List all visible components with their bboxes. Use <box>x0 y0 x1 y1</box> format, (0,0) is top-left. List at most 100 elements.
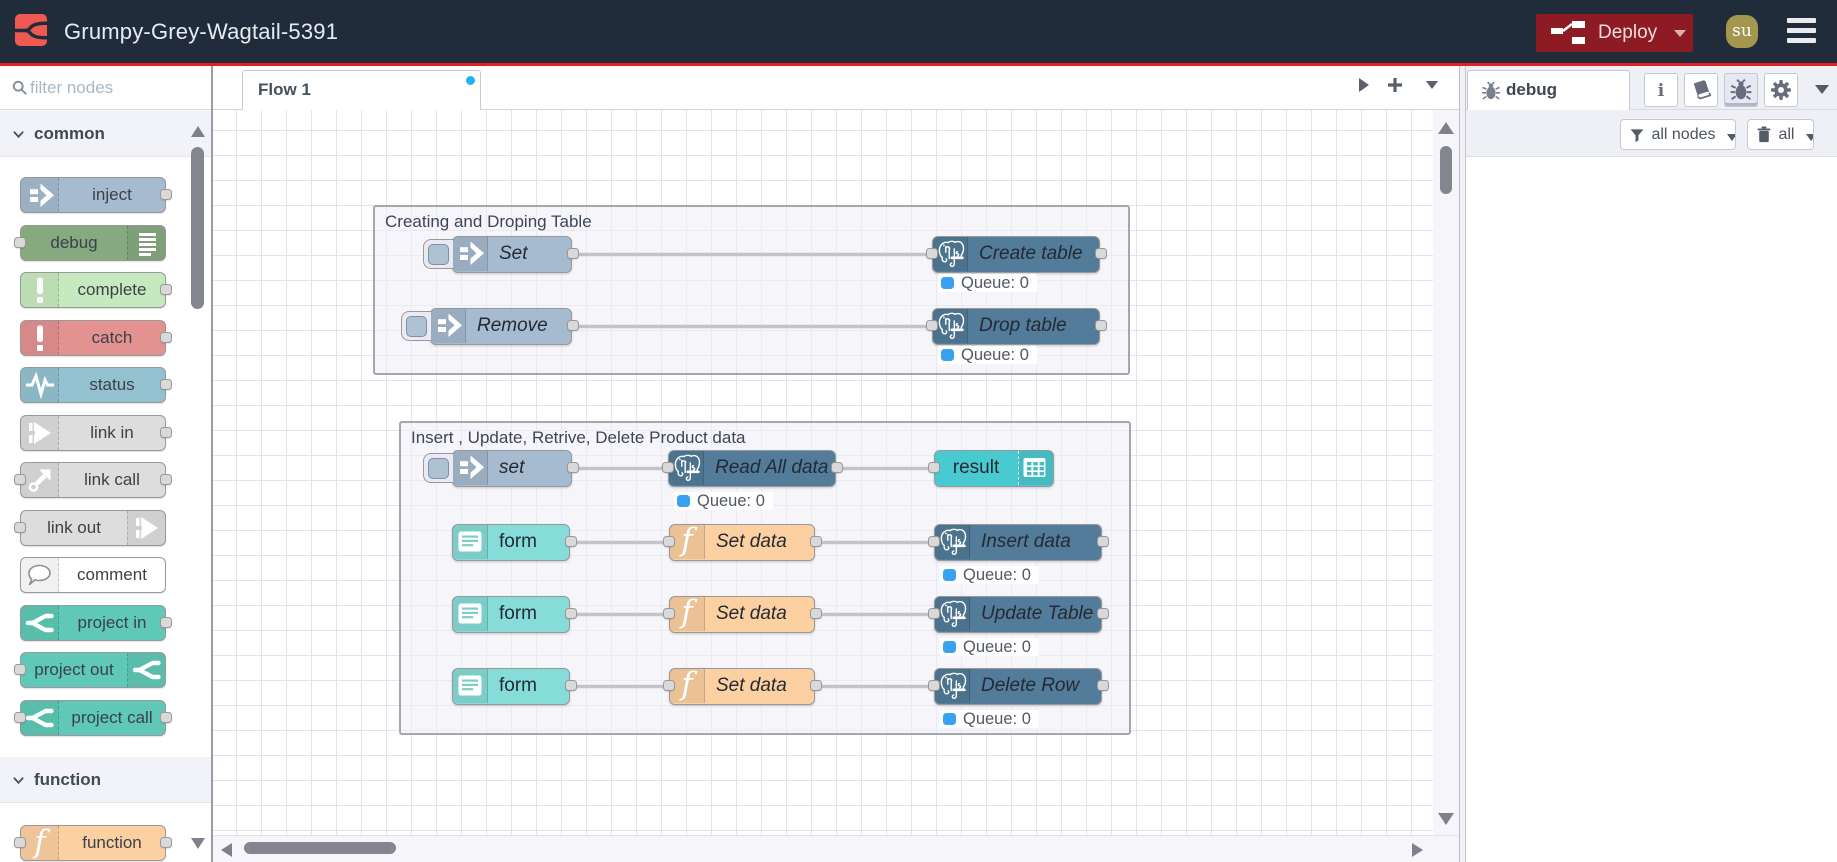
flow-node-form3[interactable]: form <box>452 668 577 705</box>
node-status: Queue: 0 <box>938 274 1037 292</box>
sidebar-config-tab[interactable] <box>1764 73 1798 107</box>
next-tab-button[interactable] <box>1357 76 1371 94</box>
sidebar-menu-caret[interactable] <box>1815 85 1829 94</box>
node-output-port[interactable] <box>564 536 577 547</box>
flow-node-insert[interactable]: Insert data <box>927 524 1109 561</box>
palette-node-inject[interactable]: inject <box>20 177 172 213</box>
flow-node-form2[interactable]: form <box>452 596 577 633</box>
palette-node-debug[interactable]: debug <box>14 224 166 261</box>
node-output-port[interactable] <box>566 320 579 331</box>
main-menu-button[interactable] <box>1787 18 1816 45</box>
flow-canvas[interactable]: Creating and Droping Table Insert , Updat… <box>213 110 1433 835</box>
node-input-port[interactable] <box>925 248 938 259</box>
user-avatar[interactable]: su <box>1726 15 1758 48</box>
flow-node-set1[interactable]: Set <box>423 236 579 273</box>
node-output-port[interactable] <box>809 680 822 691</box>
palette-node-project-call[interactable]: project call <box>14 699 172 736</box>
deploy-icon <box>1551 21 1585 44</box>
svg-text:f: f <box>679 669 698 701</box>
node-output-port[interactable] <box>564 608 577 619</box>
palette-search[interactable] <box>0 66 211 110</box>
flow-node-setdata2[interactable]: f Set data <box>662 596 822 633</box>
palette-node-complete[interactable]: complete <box>20 272 172 308</box>
deploy-button[interactable]: Deploy <box>1536 14 1693 52</box>
flow-node-label: form <box>499 603 537 624</box>
node-input-port[interactable] <box>927 462 940 473</box>
palette-node-function[interactable]: f function <box>14 825 172 861</box>
debug-filter-button[interactable]: all nodes <box>1620 119 1736 150</box>
palette-category-common[interactable]: common <box>0 111 211 157</box>
palette-category-label: function <box>34 770 102 789</box>
node-input-port[interactable] <box>662 608 675 619</box>
node-output-port[interactable] <box>564 680 577 691</box>
tab-flow1[interactable]: Flow 1 <box>242 70 481 110</box>
canvas-horizontal-scrollbar[interactable] <box>213 835 1459 862</box>
tab-list-caret[interactable] <box>1425 80 1439 90</box>
form-icon <box>453 669 488 703</box>
palette-node-status[interactable]: status <box>20 367 172 403</box>
flow-node-setdata1[interactable]: f Set data <box>662 524 822 561</box>
sidebar-tab-debug[interactable]: debug <box>1467 70 1630 110</box>
app-logo-icon[interactable] <box>15 14 47 46</box>
horizontal-scroll-thumb[interactable] <box>244 842 396 854</box>
inject-button-face[interactable] <box>406 315 427 337</box>
sidebar-info-tab[interactable]: i <box>1644 73 1678 107</box>
palette-node-catch[interactable]: catch <box>20 319 172 356</box>
node-output-port[interactable] <box>1096 608 1109 619</box>
flow-node-result[interactable]: result <box>927 450 1054 487</box>
inject-button-face[interactable] <box>428 457 449 479</box>
node-input-port[interactable] <box>925 320 938 331</box>
node-output-port[interactable] <box>830 462 843 473</box>
palette-node-link-in[interactable]: link in <box>20 414 172 451</box>
vertical-scroll-thumb[interactable] <box>1440 146 1452 194</box>
node-output-port[interactable] <box>809 536 822 547</box>
node-input-port[interactable] <box>661 462 674 473</box>
scroll-left-icon[interactable] <box>221 843 232 857</box>
node-output-port[interactable] <box>566 462 579 473</box>
node-input-port[interactable] <box>927 680 940 691</box>
scroll-right-icon[interactable] <box>1412 843 1423 857</box>
inject-button-face[interactable] <box>428 243 449 265</box>
node-output-port[interactable] <box>1094 320 1107 331</box>
node-input-port[interactable] <box>662 536 675 547</box>
node-input-port[interactable] <box>927 536 940 547</box>
flow-node-delete[interactable]: Delete Row <box>927 668 1109 705</box>
flow-node-set2[interactable]: set <box>423 450 579 487</box>
add-flow-button[interactable] <box>1387 76 1403 94</box>
palette-node-link-out[interactable]: link out <box>14 509 166 546</box>
node-output-port[interactable] <box>566 248 579 259</box>
deploy-options-caret[interactable] <box>1674 30 1686 37</box>
debug-clear-button[interactable]: all <box>1747 119 1814 150</box>
flow-node-form1[interactable]: form <box>452 524 577 561</box>
flow-node-remove[interactable]: Remove <box>401 308 579 345</box>
palette-scroll-up-icon[interactable] <box>191 126 205 137</box>
node-output-port[interactable] <box>809 608 822 619</box>
scroll-down-icon[interactable] <box>1438 813 1454 825</box>
palette-filter-input[interactable] <box>30 75 200 101</box>
canvas-vertical-scrollbar[interactable] <box>1433 110 1459 835</box>
node-output-port[interactable] <box>1096 680 1109 691</box>
palette-node-comment[interactable]: comment <box>20 557 166 593</box>
node-input-port[interactable] <box>662 680 675 691</box>
palette-node-project-out[interactable]: project out <box>14 652 166 688</box>
scroll-up-icon[interactable] <box>1438 122 1454 134</box>
sidebar-debug-tab[interactable] <box>1724 73 1758 107</box>
palette-scroll-down-icon[interactable] <box>191 838 205 849</box>
node-output-port[interactable] <box>1094 248 1107 259</box>
palette-scrollbar[interactable] <box>191 147 204 309</box>
palette-node-project-in[interactable]: project in <box>20 604 172 641</box>
inject-icon <box>21 178 59 212</box>
sidebar-help-tab[interactable] <box>1684 73 1718 107</box>
flow-node-setdata3[interactable]: f Set data <box>662 668 822 705</box>
debuglist-icon <box>127 225 165 260</box>
flow-node-drop[interactable]: Drop table <box>925 308 1107 345</box>
status-text: Queue: 0 <box>961 346 1029 364</box>
node-input-port[interactable] <box>927 608 940 619</box>
flow-node-create[interactable]: Create table <box>925 236 1107 273</box>
flow-node-readall[interactable]: Read All data <box>661 450 843 487</box>
palette-node-link-call[interactable]: link call <box>14 462 172 498</box>
flow-node-update[interactable]: Update Table <box>927 596 1109 633</box>
sidebar-separator[interactable] <box>1459 66 1466 862</box>
palette-category-function[interactable]: function <box>0 757 211 803</box>
node-output-port[interactable] <box>1096 536 1109 547</box>
